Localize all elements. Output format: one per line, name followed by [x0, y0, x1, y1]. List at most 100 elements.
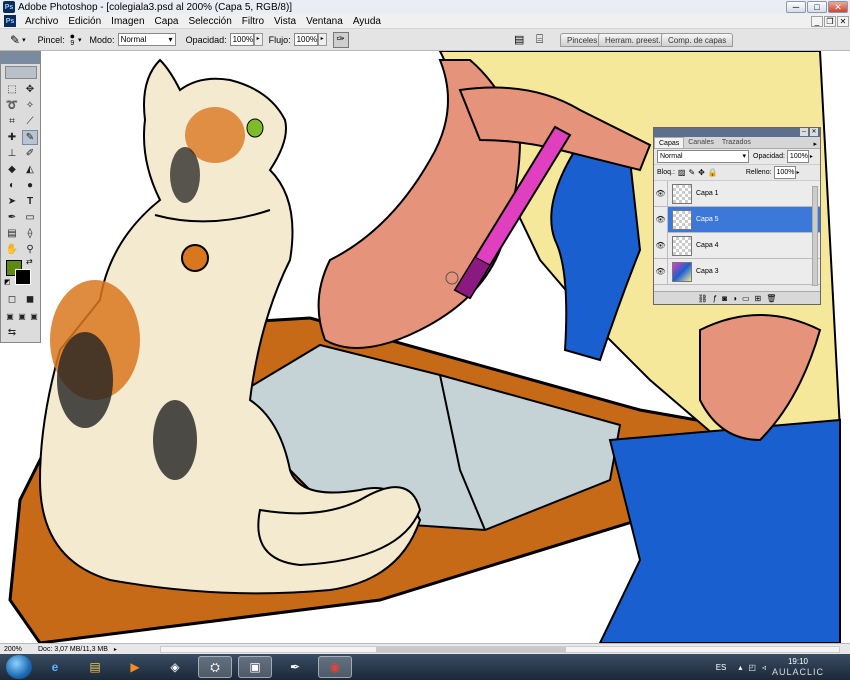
clock[interactable]: 19:10 AULACLIC: [772, 657, 824, 677]
eye-icon[interactable]: 👁: [654, 180, 668, 207]
tab-herram-preest[interactable]: Herram. preest.: [598, 33, 668, 47]
flow-slider-button[interactable]: ▸: [317, 33, 327, 46]
app-icon-6[interactable]: ▣: [238, 656, 272, 678]
layer-row-capa-5[interactable]: 👁 Capa 5: [654, 206, 820, 233]
scroll-thumb[interactable]: [376, 647, 566, 652]
brush-tool-icon[interactable]: ✎: [10, 33, 20, 47]
layer-opacity-arrow[interactable]: ▸: [810, 153, 813, 160]
photoshop-taskbar-icon[interactable]: ✒: [278, 656, 312, 678]
adjustment-layer-icon[interactable]: ◑: [732, 294, 737, 303]
document-icon[interactable]: Ps: [4, 15, 16, 27]
layer-style-icon[interactable]: ƒ: [713, 294, 717, 303]
hand-tool-icon[interactable]: ✋: [4, 242, 20, 257]
media-player-icon[interactable]: ▶: [118, 656, 152, 678]
eye-icon[interactable]: 👁: [654, 258, 668, 285]
flow-input[interactable]: 100%: [293, 33, 318, 46]
quickmask-mode-icon[interactable]: ◼: [22, 292, 38, 307]
tab-canales[interactable]: Canales: [684, 137, 718, 148]
menu-ventana[interactable]: Ventana: [301, 16, 348, 27]
pen-tool-icon[interactable]: ✒: [4, 210, 20, 225]
app-icon-4[interactable]: ◈: [158, 656, 192, 678]
crop-tool-icon[interactable]: ⌗: [4, 114, 20, 129]
panel-minimize-icon[interactable]: ─: [800, 128, 808, 136]
blur-tool-icon[interactable]: ◐: [4, 178, 20, 193]
shape-tool-icon[interactable]: ▭: [22, 210, 38, 225]
magic-wand-icon[interactable]: ✧: [22, 98, 38, 113]
imageready-jump-icon[interactable]: ⇆: [4, 325, 20, 340]
eyedropper-icon[interactable]: ⟠: [22, 226, 38, 241]
toolbox-header[interactable]: [1, 52, 40, 64]
new-group-icon[interactable]: ▭: [742, 294, 750, 303]
notes-tool-icon[interactable]: ▤: [4, 226, 20, 241]
lasso-tool-icon[interactable]: ➰: [4, 98, 20, 113]
move-tool-icon[interactable]: ✥: [22, 82, 38, 97]
background-color-swatch[interactable]: [15, 269, 31, 285]
opacity-input[interactable]: 100%: [229, 33, 254, 46]
minimize-button[interactable]: ─: [786, 1, 806, 13]
tray-arrow-icon[interactable]: ▴: [738, 663, 742, 672]
tool-preset-dropdown[interactable]: ▾: [22, 36, 26, 44]
zoom-tool-icon[interactable]: ⚲: [22, 242, 38, 257]
layer-row-capa-1[interactable]: 👁 Capa 1: [654, 180, 820, 207]
fill-input[interactable]: 100%: [773, 166, 796, 179]
feather-logo-icon[interactable]: [5, 66, 37, 79]
new-layer-icon[interactable]: ⊞: [755, 294, 762, 303]
default-colors-icon[interactable]: ◩: [4, 278, 11, 286]
zoom-level[interactable]: 200%: [4, 646, 28, 653]
history-brush-icon[interactable]: ✐: [22, 146, 38, 161]
layer-row-capa-3[interactable]: 👁 Capa 3: [654, 258, 820, 285]
horizontal-scrollbar[interactable]: [160, 646, 840, 653]
menu-edicion[interactable]: Edición: [63, 16, 106, 27]
menu-seleccion[interactable]: Selección: [183, 16, 236, 27]
tab-capas[interactable]: Capas: [654, 137, 685, 148]
lock-transparency-icon[interactable]: ▨: [678, 168, 686, 177]
trash-icon[interactable]: 🗑: [766, 294, 776, 303]
panel-menu-icon[interactable]: ▸: [813, 140, 817, 148]
language-indicator[interactable]: ES: [716, 663, 727, 672]
mode-select[interactable]: Normal ▾: [117, 33, 176, 46]
tab-comp-capas[interactable]: Comp. de capas: [661, 33, 734, 47]
menu-filtro[interactable]: Filtro: [237, 16, 269, 27]
opacity-slider-button[interactable]: ▸: [253, 33, 263, 46]
start-button[interactable]: [6, 655, 32, 679]
clone-stamp-icon[interactable]: ⊥: [4, 146, 20, 161]
menu-imagen[interactable]: Imagen: [106, 16, 149, 27]
healing-brush-icon[interactable]: ✚: [4, 130, 20, 145]
lock-paint-icon[interactable]: ✎: [688, 168, 695, 177]
file-browser-icon[interactable]: ▤: [514, 33, 524, 46]
slice-tool-icon[interactable]: ⟋: [22, 114, 38, 129]
maximize-button[interactable]: □: [807, 1, 827, 13]
status-menu-arrow[interactable]: ▸: [114, 646, 117, 653]
tray-network-icon[interactable]: ◰: [748, 663, 756, 672]
doc-restore-button[interactable]: ❐: [824, 16, 836, 27]
layer-row-capa-4[interactable]: 👁 Capa 4: [654, 232, 820, 259]
eye-icon[interactable]: 👁: [654, 206, 668, 233]
path-selection-icon[interactable]: ➤: [4, 194, 20, 209]
swap-colors-icon[interactable]: ⇄: [26, 257, 33, 266]
panel-close-icon[interactable]: ✕: [810, 128, 818, 136]
palette-well-icon[interactable]: ⌸: [536, 32, 543, 47]
eye-icon[interactable]: 👁: [654, 232, 668, 259]
app-icon-5[interactable]: ⛭: [198, 656, 232, 678]
airbrush-toggle-icon[interactable]: ✑: [332, 31, 349, 48]
type-tool-icon[interactable]: T: [22, 194, 38, 209]
dodge-tool-icon[interactable]: ●: [22, 178, 38, 193]
brush-picker[interactable]: ● 9: [70, 31, 75, 48]
menu-archivo[interactable]: Archivo: [20, 16, 63, 27]
tab-trazados[interactable]: Trazados: [718, 137, 755, 148]
screen-mode-full-icon[interactable]: ▣: [26, 309, 42, 324]
explorer-icon[interactable]: ▤: [78, 656, 112, 678]
layers-scrollbar[interactable]: [812, 186, 818, 286]
menu-vista[interactable]: Vista: [269, 16, 301, 27]
ie-icon[interactable]: e: [38, 656, 72, 678]
close-button[interactable]: ✕: [828, 1, 848, 13]
lock-all-icon[interactable]: 🔒: [708, 168, 718, 177]
lock-move-icon[interactable]: ✥: [698, 168, 705, 177]
layers-panel-header[interactable]: ─ ✕: [654, 128, 820, 137]
doc-minimize-button[interactable]: _: [811, 16, 823, 27]
menu-capa[interactable]: Capa: [150, 16, 184, 27]
link-icon[interactable]: ⛓: [698, 294, 708, 303]
tray-volume-icon[interactable]: ◃: [762, 663, 766, 672]
chrome-icon[interactable]: ◉: [318, 656, 352, 678]
fill-arrow[interactable]: ▸: [797, 169, 800, 176]
